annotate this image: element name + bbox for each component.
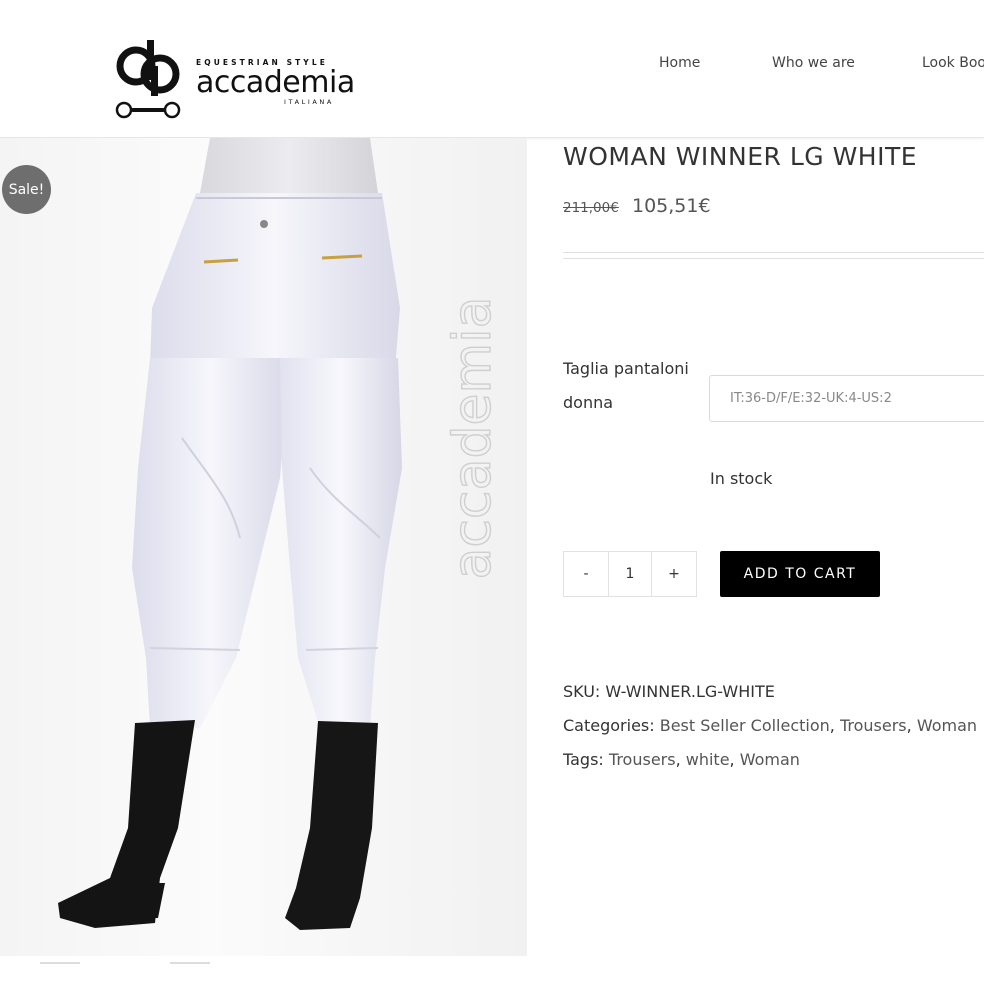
quantity-increase-button[interactable]: +	[652, 552, 696, 596]
price-sale: 105,51€	[632, 195, 711, 217]
thumbnail-indicator[interactable]	[170, 962, 210, 964]
variation-label: Taglia pantaloni donna	[563, 359, 689, 412]
product-photo-trousers: accademia	[58, 138, 504, 930]
size-select[interactable]: IT:36-D/F/E:32-UK:4-US:2	[709, 375, 984, 422]
product-categories: Categories: Best Seller Collection, Trou…	[563, 716, 978, 735]
thumbnail-strip	[0, 956, 527, 984]
tag-link[interactable]: Woman	[740, 750, 800, 769]
stock-status: In stock	[710, 469, 773, 488]
price-original: 211,00€	[563, 200, 619, 216]
product-sku: SKU: W-WINNER.LG-WHITE	[563, 682, 775, 701]
category-link[interactable]: Woman	[917, 716, 977, 735]
divider	[563, 258, 984, 259]
category-link[interactable]: Best Seller Collection	[660, 716, 830, 735]
thumbnail-indicator[interactable]	[40, 962, 80, 964]
logo-subline: ITALIANA	[284, 98, 334, 106]
sku-label: SKU:	[563, 682, 601, 701]
tag-link[interactable]: Trousers	[609, 750, 676, 769]
tag-link[interactable]: white	[686, 750, 730, 769]
nav-item-home[interactable]: Home	[659, 55, 700, 71]
product-image[interactable]: accademia Sale!	[0, 138, 527, 956]
watermark-text: accademia	[443, 297, 503, 580]
product-tags: Tags: Trousers, white, Woman	[563, 750, 800, 769]
category-link[interactable]: Trousers	[840, 716, 907, 735]
tags-label: Tags:	[563, 750, 604, 769]
product-title: WOMAN WINNER LG WHITE	[563, 142, 918, 171]
add-to-cart-button[interactable]: ADD TO CART	[720, 551, 880, 597]
quantity-input[interactable]: 1	[608, 552, 652, 596]
site-header: EQUESTRIAN STYLE accademia ITALIANA Home…	[0, 0, 984, 138]
nav-item-look-book[interactable]: Look Book	[922, 55, 984, 71]
site-logo[interactable]: EQUESTRIAN STYLE accademia ITALIANA	[114, 36, 364, 124]
categories-label: Categories:	[563, 716, 655, 735]
main-nav: Home Who we are Look Book	[0, 55, 984, 75]
quantity-decrease-button[interactable]: -	[564, 552, 608, 596]
logo-monogram-icon	[115, 40, 181, 119]
quantity-stepper: - 1 +	[563, 551, 697, 597]
sale-badge: Sale!	[2, 165, 51, 214]
nav-item-who-we-are[interactable]: Who we are	[772, 55, 855, 71]
divider	[563, 252, 984, 253]
sku-value: W-WINNER.LG-WHITE	[605, 682, 775, 701]
